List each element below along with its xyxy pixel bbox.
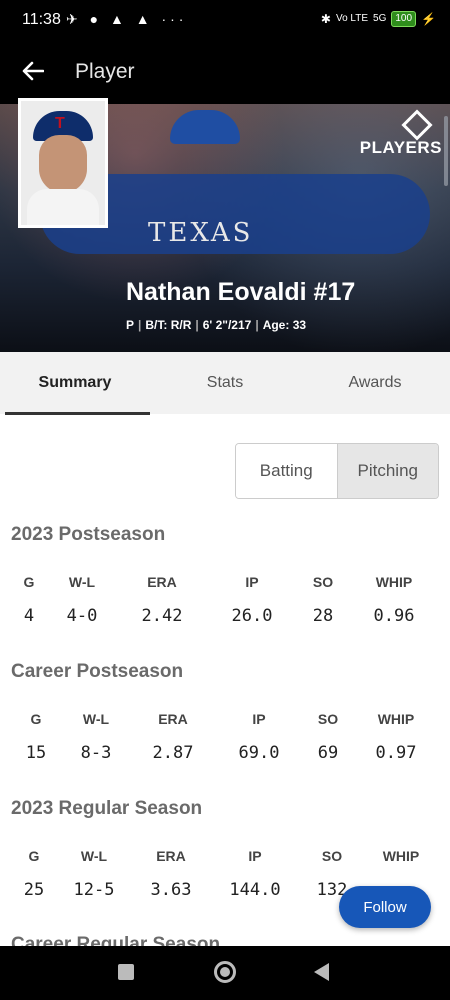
- jersey-lettering: TEXAS: [148, 218, 254, 248]
- stat-ip: IP 144.0: [229, 848, 281, 900]
- charging-icon: ⚡: [421, 12, 436, 26]
- stat-whip: WHIP: [382, 848, 420, 864]
- home-icon[interactable]: [214, 961, 236, 983]
- player-position: P: [126, 318, 135, 332]
- mlb-players-logo: PLAYERS: [359, 109, 442, 158]
- stat-era: ERA 2.87: [152, 711, 194, 763]
- stat-whip: WHIP 0.96: [373, 574, 415, 626]
- player-age: Age: 33: [262, 318, 307, 332]
- player-name: Nathan Eovaldi #17: [126, 278, 356, 306]
- system-nav-bar: [0, 946, 450, 1000]
- pitching-toggle-button[interactable]: Pitching: [336, 444, 438, 498]
- page-title: Player: [75, 60, 135, 83]
- app-header: Player: [0, 40, 450, 104]
- section-title: 2023 Regular Season: [11, 798, 203, 819]
- batting-pitching-toggle: Batting Pitching: [235, 443, 439, 499]
- notification-icons: ✈ ● ▲ ▲ ···: [66, 11, 188, 27]
- tab-bar: Summary Stats Awards: [0, 352, 450, 415]
- volte-icon: Vo LTE: [335, 13, 369, 24]
- player-headshot: T: [18, 98, 108, 228]
- player-content: Summary Stats Awards Batting Pitching 20…: [0, 352, 450, 946]
- stat-wl: W-L 4-0: [66, 574, 98, 626]
- back-button[interactable]: [16, 54, 50, 88]
- stat-ip: IP 69.0: [238, 711, 280, 763]
- tab-stats[interactable]: Stats: [150, 352, 300, 414]
- player-bats-throws: B/T: R/R: [145, 318, 192, 332]
- section-title: Career Postseason: [11, 661, 184, 682]
- section-title: 2023 Postseason: [11, 524, 166, 545]
- section-title: Career Regular Season: [11, 934, 221, 946]
- brand-text: PLAYERS: [359, 138, 442, 157]
- signal-icon: 5G: [373, 13, 387, 24]
- player-meta: P | B/T: R/R | 6' 2"/217 | Age: 33: [126, 318, 307, 332]
- recents-icon[interactable]: [118, 964, 134, 980]
- battery-icon: 100: [391, 11, 417, 27]
- diamond-icon: [401, 109, 433, 141]
- system-icons: ✱ Vo LTE 5G 100 ⚡: [321, 11, 436, 27]
- stat-ip: IP 26.0: [231, 574, 273, 626]
- batting-toggle-button[interactable]: Batting: [236, 444, 337, 498]
- status-time: 11:38: [22, 11, 61, 28]
- scroll-indicator: [444, 116, 448, 186]
- arrow-left-icon: [22, 61, 44, 81]
- status-bar: 11:38 ✈ ● ▲ ▲ ··· ✱ Vo LTE 5G 100 ⚡: [0, 0, 450, 40]
- follow-button[interactable]: Follow: [339, 886, 431, 928]
- stat-era: ERA 2.42: [141, 574, 183, 626]
- stat-so: SO 28: [312, 574, 334, 626]
- stat-whip: WHIP 0.97: [375, 711, 417, 763]
- player-height-weight: 6' 2"/217: [202, 318, 252, 332]
- stat-era: ERA 3.63: [150, 848, 192, 900]
- bluetooth-icon: ✱: [320, 12, 331, 26]
- stat-wl: W-L 8-3: [80, 711, 112, 763]
- stat-wl: W-L 12-5: [73, 848, 115, 900]
- back-triangle-icon[interactable]: [314, 963, 329, 981]
- tab-summary[interactable]: Summary: [0, 352, 150, 415]
- tab-awards[interactable]: Awards: [300, 352, 450, 414]
